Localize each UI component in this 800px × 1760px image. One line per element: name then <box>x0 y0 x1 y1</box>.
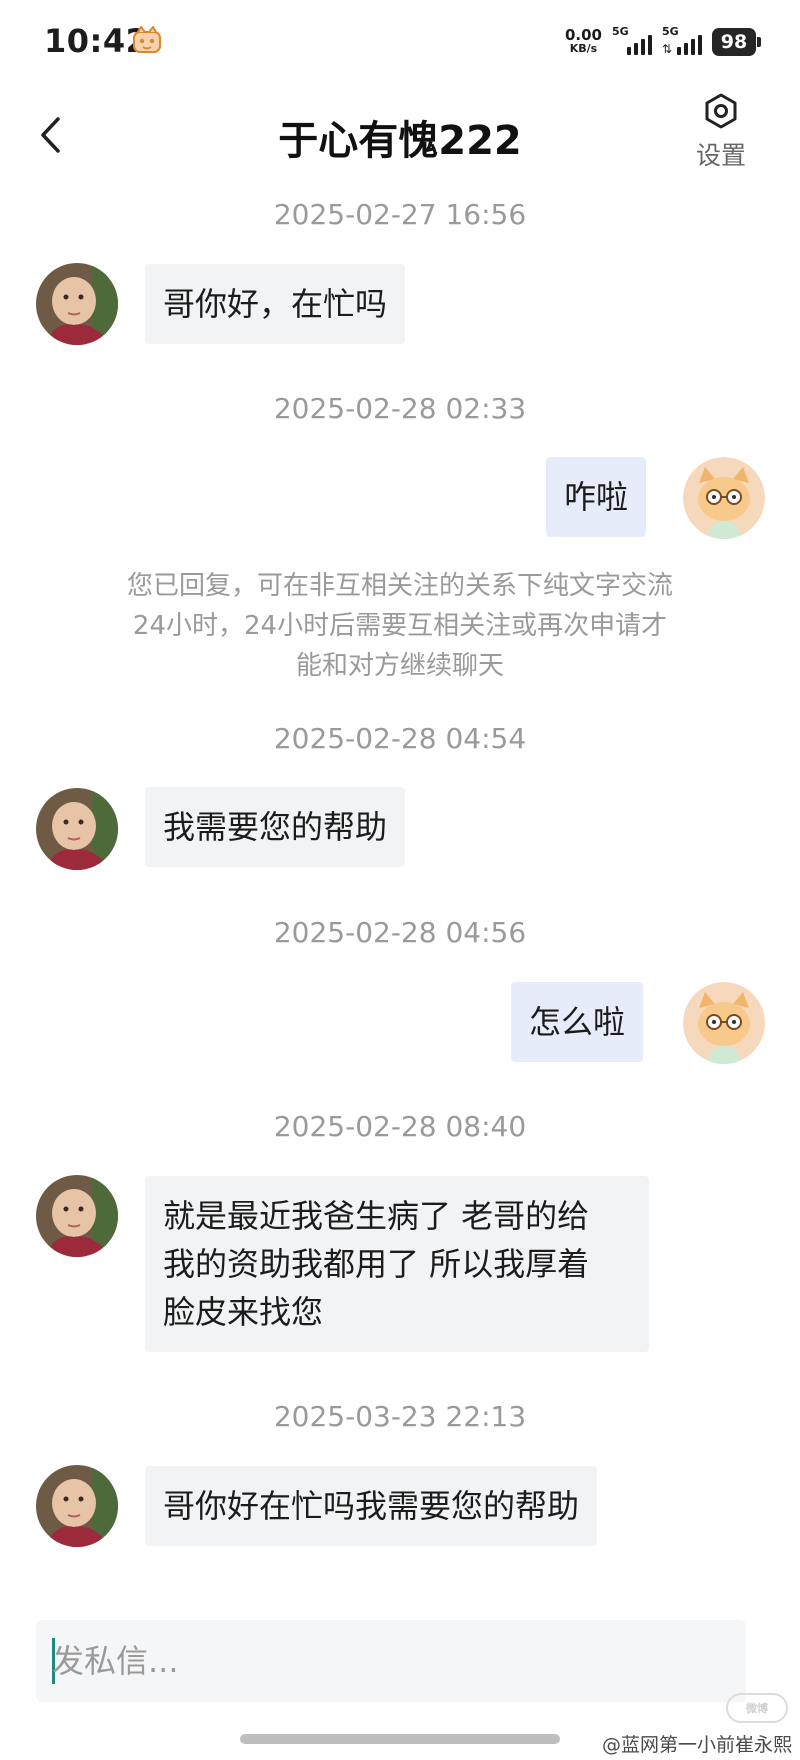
message-text-line: 我的资助我都用了 所以我厚着 <box>163 1245 590 1283</box>
system-notice-line: 能和对方继续聊天 <box>295 651 504 681</box>
settings-label: 设置 <box>695 141 746 170</box>
network-speed-value: 0.00 <box>564 26 602 44</box>
network-speed: 0.00 KB/s <box>565 28 602 56</box>
contact-avatar[interactable] <box>36 788 118 870</box>
message-text: 咋啦 <box>564 478 629 516</box>
message-text-line: 就是最近我爸生病了 老哥的给 <box>163 1197 590 1235</box>
child-photo-avatar-icon <box>36 1465 118 1547</box>
message-timestamp: 2025-02-28 04:54 <box>273 722 527 755</box>
child-photo-avatar-icon <box>36 263 118 345</box>
message-text-line: 脸皮来找您 <box>163 1293 324 1331</box>
status-bar: 10:42 0.00 KB/s 5G 5G ⇅ 98 <box>0 0 800 80</box>
message-text: 怎么啦 <box>529 1003 626 1041</box>
signal-2-icon: 5G ⇅ <box>662 25 702 57</box>
message-input[interactable] <box>52 1620 732 1702</box>
message-bubble-incoming[interactable]: 哥你好，在忙吗 <box>145 264 406 344</box>
weibo-watermark-logo: 微博 <box>726 1693 788 1723</box>
message-timestamp: 2025-02-28 08:40 <box>273 1110 527 1143</box>
contact-avatar[interactable] <box>36 1175 118 1257</box>
system-notice-line: 您已回复，可在非互相关注的关系下纯文字交流 <box>126 571 673 601</box>
data-arrows-icon: ⇅ <box>662 42 673 56</box>
message-timestamp: 2025-02-28 02:33 <box>273 392 527 425</box>
contact-avatar[interactable] <box>36 1465 118 1547</box>
battery-indicator: 98 <box>712 28 761 56</box>
message-bubble-incoming[interactable]: 我需要您的帮助 <box>145 787 406 867</box>
message-composer[interactable] <box>36 1620 746 1702</box>
hexagon-gear-icon <box>705 93 737 129</box>
chat-screen: 10:42 0.00 KB/s 5G 5G ⇅ 98 于心有愧222 设置 20… <box>0 0 800 1760</box>
status-indicators: 0.00 KB/s 5G 5G ⇅ 98 <box>565 25 761 58</box>
child-photo-avatar-icon <box>36 788 118 870</box>
system-notice: 您已回复，可在非互相关注的关系下纯文字交流 24小时，24小时后需要互相关注或再… <box>80 566 720 686</box>
system-notice-line: 24小时，24小时后需要互相关注或再次申请才 <box>132 611 668 641</box>
cartoon-cat-avatar-icon <box>683 457 765 539</box>
chat-title: 于心有愧222 <box>278 118 522 164</box>
user-avatar[interactable] <box>683 982 765 1064</box>
child-photo-avatar-icon <box>36 1175 118 1257</box>
watermark-text: @蓝网第一小前崔永熙 <box>601 1734 792 1756</box>
message-timestamp: 2025-02-27 16:56 <box>273 198 527 231</box>
message-bubble-incoming[interactable]: 就是最近我爸生病了 老哥的给 我的资助我都用了 所以我厚着 脸皮来找您 <box>145 1176 649 1352</box>
cartoon-cat-avatar-icon <box>683 982 765 1064</box>
contact-avatar[interactable] <box>36 263 118 345</box>
chevron-left-icon <box>41 117 60 153</box>
settings-button[interactable]: 设置 <box>686 92 756 172</box>
message-text: 哥你好，在忙吗 <box>163 285 388 323</box>
message-text: 我需要您的帮助 <box>163 808 388 846</box>
home-indicator[interactable] <box>240 1734 560 1744</box>
message-bubble-outgoing[interactable]: 咋啦 <box>546 457 647 537</box>
nav-bar: 于心有愧222 设置 <box>0 80 800 190</box>
message-text: 哥你好在忙吗我需要您的帮助 <box>163 1487 580 1525</box>
user-avatar[interactable] <box>683 457 765 539</box>
message-bubble-incoming[interactable]: 哥你好在忙吗我需要您的帮助 <box>145 1466 598 1546</box>
signal-1-icon: 5G <box>612 25 652 57</box>
message-timestamp: 2025-02-28 04:56 <box>273 916 527 949</box>
network-speed-unit: KB/s <box>569 42 598 55</box>
back-button[interactable] <box>30 110 70 160</box>
message-bubble-outgoing[interactable]: 怎么啦 <box>511 982 644 1062</box>
app-notification-icon <box>133 26 161 53</box>
message-timestamp: 2025-03-23 22:13 <box>273 1400 527 1433</box>
